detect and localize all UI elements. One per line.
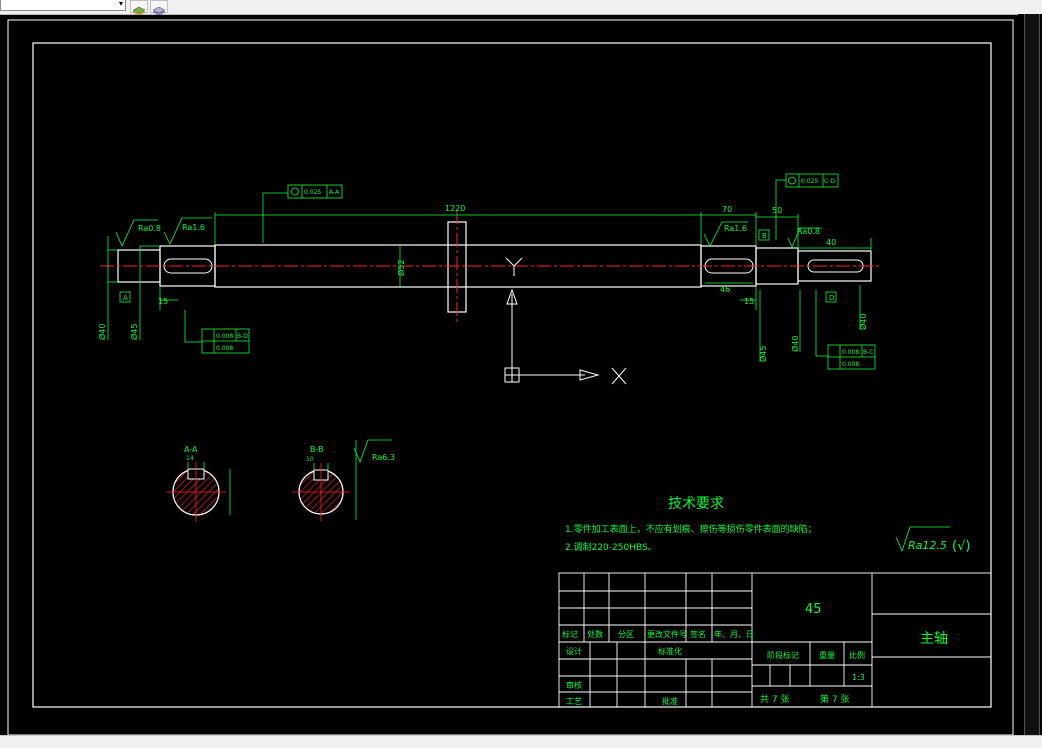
roughness-ra63-section: Ra6.3	[372, 453, 395, 462]
dim-40: 40	[826, 238, 836, 247]
tb-col-docno: 更改文件号	[647, 629, 687, 639]
tol-left-2: 0.008	[216, 345, 233, 352]
layer-dropdown[interactable]: ▾	[0, 0, 126, 11]
layer-states-button[interactable]	[130, 0, 148, 16]
tb-sheet-no: 第 7 张	[820, 693, 849, 705]
dim-dia-40-far: Ø40	[858, 314, 868, 330]
section-view-b-b	[292, 440, 357, 521]
toolbar: ▾	[0, 0, 1042, 16]
tol-top-mid: 0.025	[304, 189, 321, 196]
section-bb-label: B-B	[310, 445, 324, 454]
scrollbar-track[interactable]	[1024, 14, 1040, 735]
section-view-a-a	[166, 462, 231, 522]
tb-approve: 批准	[662, 696, 678, 706]
roughness-ra16-right: Ra1.6	[724, 224, 747, 233]
tb-weight: 重量	[819, 650, 835, 660]
tb-scale-value: 1:3	[852, 673, 865, 682]
dim-dia-45-left: Ø45	[129, 324, 139, 340]
tolerance-frames	[119, 173, 876, 370]
tol-top-mid-ref: A-A	[329, 189, 340, 196]
dim-dia-45-right: Ø45	[758, 346, 768, 362]
dim-dia-52: Ø52	[396, 260, 406, 276]
sheet-frame	[7, 19, 1014, 735]
dim-70: 70	[722, 205, 732, 214]
section-bb-width: 10	[306, 456, 314, 463]
section-aa-label: A-A	[184, 445, 198, 454]
datum-d: D	[829, 294, 834, 302]
status-tray[interactable]	[962, 738, 1002, 746]
tol-left-1-ref: B-D	[237, 333, 248, 340]
dim-15-right: 15	[744, 297, 754, 306]
layer-previous-button[interactable]	[150, 0, 168, 16]
general-roughness: Ra12.5	[908, 539, 947, 552]
tb-standardize: 标准化	[658, 646, 682, 656]
tol-top-right: 0.025	[801, 178, 818, 185]
dim-15-left: 15	[158, 297, 168, 306]
tb-material: 45	[805, 602, 822, 617]
tol-right-2: 0.008	[842, 361, 859, 368]
tb-total-sheets: 共 7 张	[760, 694, 789, 705]
tech-requirement-2: 2.调制220-250HBS。	[565, 541, 657, 553]
roughness-symbols	[115, 217, 950, 553]
tb-col-mark: 标记	[562, 629, 578, 639]
vertical-scrollbar[interactable]	[1018, 14, 1042, 735]
roughness-ra08-right: Ra0.8	[797, 227, 820, 236]
status-bar	[0, 735, 1042, 748]
dim-dia-40-left: Ø40	[97, 324, 107, 340]
ucs-icon	[504, 257, 627, 385]
tb-col-count: 处数	[587, 629, 603, 639]
dim-1220: 1220	[445, 204, 465, 213]
roughness-ra08-left: Ra0.8	[138, 224, 161, 233]
tb-process: 工艺	[566, 697, 582, 706]
tech-requirement-1: 1.零件加工表面上，不应有划痕、擦伤等损伤零件表面的缺陷；	[565, 523, 817, 535]
section-aa-width: 14	[186, 455, 194, 462]
drawing-canvas[interactable]: 1220 70 50 40 15 15 46 Ø52 Ø40 Ø45 Ø45 Ø…	[0, 14, 1018, 735]
tb-scale-label: 比例	[849, 650, 865, 660]
tol-right-1: 0.008	[842, 349, 859, 356]
tb-col-date: 年、月、日	[714, 629, 754, 639]
tb-col-sign: 签名	[690, 629, 706, 639]
tb-stage-mark: 阶段标记	[767, 650, 799, 660]
roughness-ra16-left: Ra1.6	[182, 223, 205, 232]
tb-part-name: 主轴	[920, 631, 948, 647]
shaft-outline	[117, 221, 872, 313]
center-line	[100, 210, 880, 322]
tb-review: 审核	[566, 680, 582, 690]
dim-50: 50	[772, 206, 782, 215]
tol-left-1: 0.008	[216, 333, 233, 340]
tech-requirements-title: 技术要求	[668, 496, 724, 512]
tb-col-zone: 分区	[618, 630, 634, 639]
tol-top-right-ref: C-D	[824, 178, 835, 185]
dim-46: 46	[720, 285, 730, 294]
datum-b: B	[762, 232, 767, 240]
general-roughness-paren: (√)	[952, 539, 970, 554]
tb-design: 设计	[566, 646, 582, 656]
tol-right-1-ref: B-C	[863, 349, 873, 356]
dim-dia-40-right: Ø40	[790, 336, 800, 352]
chevron-down-icon[interactable]: ▾	[119, 0, 123, 9]
datum-a: A	[123, 294, 128, 302]
